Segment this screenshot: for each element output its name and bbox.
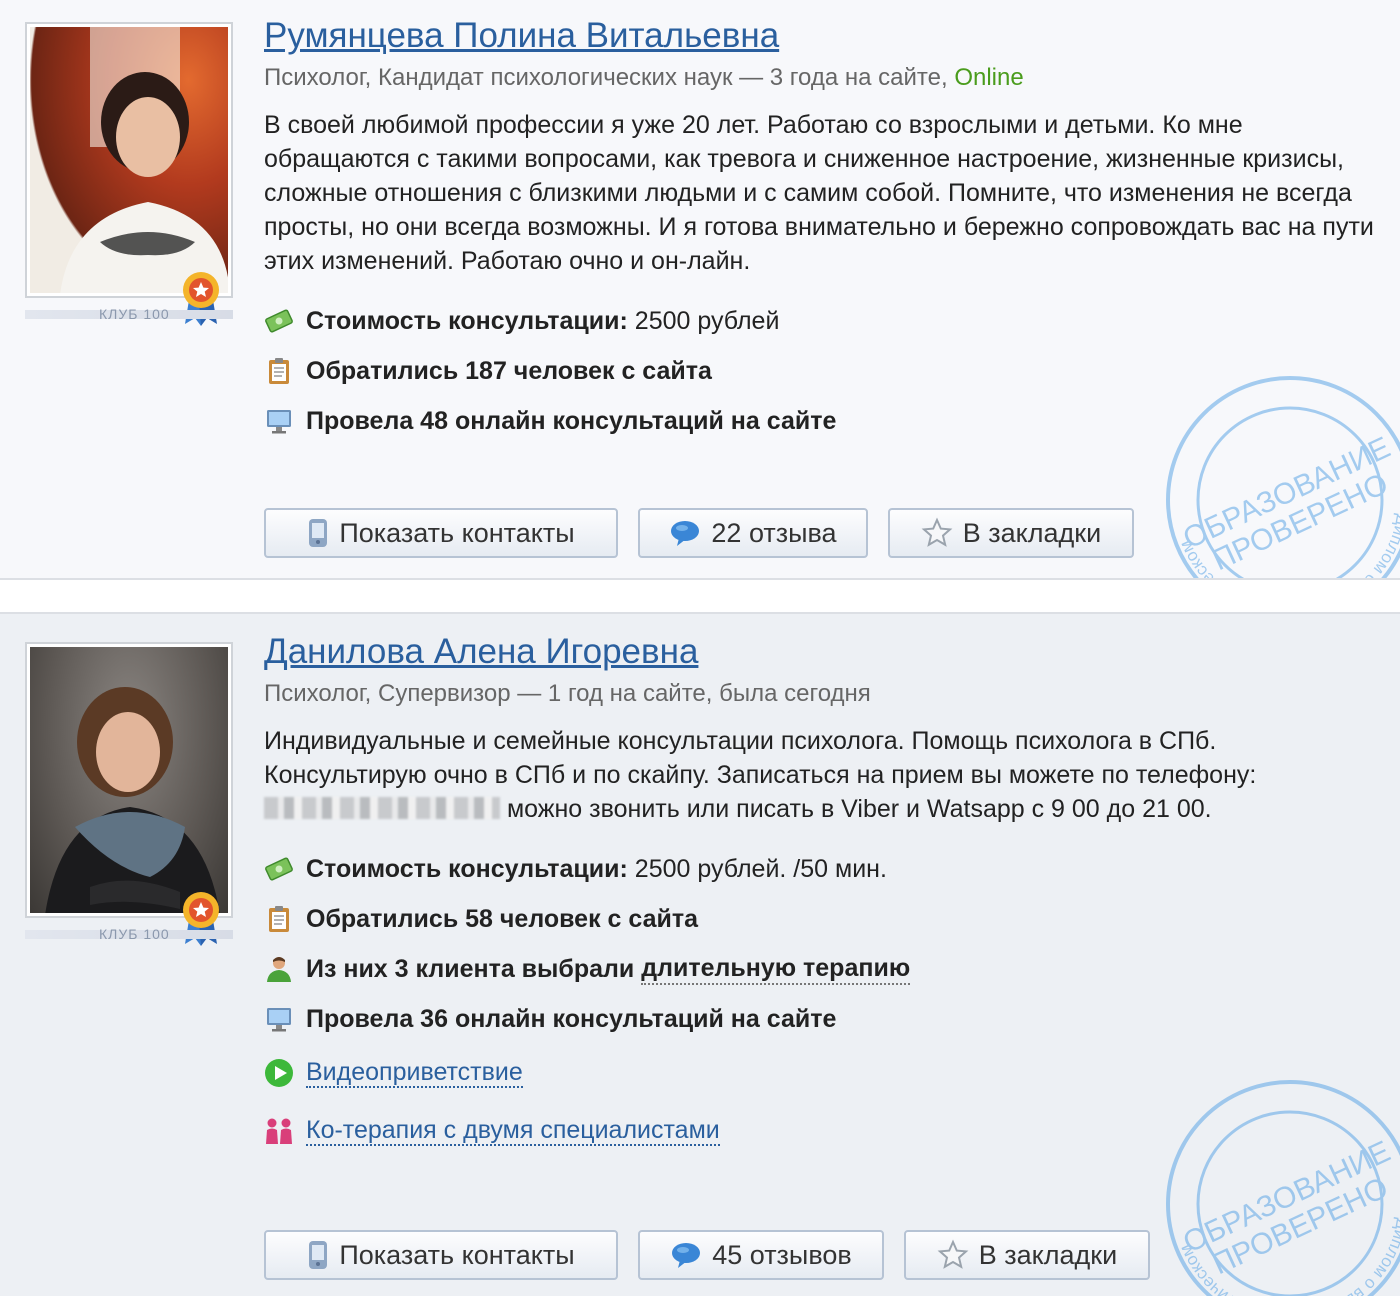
star-icon	[921, 517, 953, 547]
person-silhouette-icon	[45, 687, 220, 913]
psychologist-card: КЛУБ 100 Румянцева Полина Витальевна Пси…	[0, 0, 1400, 580]
photo-block: КЛУБ 100	[25, 22, 233, 326]
phone-icon	[309, 519, 328, 547]
education-verified-stamp-icon: Диплом о высшем психологическом ОБРАЗОВА…	[1166, 376, 1400, 578]
monitor-icon	[267, 410, 291, 434]
price-row: Стоимость консультации: 2500 рублей	[264, 296, 1380, 346]
speech-bubble-icon	[672, 1243, 701, 1268]
bookmark-button[interactable]: В закладки	[904, 1230, 1150, 1280]
show-contacts-button[interactable]: Показать контакты	[264, 1230, 618, 1280]
monitor-icon	[267, 1008, 291, 1032]
subtitle: Психолог, Супервизор — 1 год на сайте, б…	[264, 680, 871, 707]
clipboard-icon	[269, 906, 289, 932]
card-actions: Показать контакты 45 отзывов В закладки	[264, 1230, 1170, 1280]
longterm-therapy-row: Из них 3 клиента выбрали длительную тера…	[264, 944, 1380, 994]
cotherapy-link[interactable]: Ко-терапия с двумя специалистами	[306, 1116, 720, 1146]
couple-icon	[266, 1118, 292, 1144]
contacted-row: Обратились 58 человек с сайта	[264, 894, 1380, 944]
profile-photo[interactable]	[25, 22, 233, 326]
description: В своей любимой профессии я уже 20 лет. …	[264, 111, 1374, 275]
star-icon	[937, 1239, 969, 1269]
description: Индивидуальные и семейные консультации п…	[264, 727, 1257, 823]
consultations-row: Провела 36 онлайн консультаций на сайте	[264, 994, 1380, 1044]
play-icon	[265, 1059, 293, 1087]
speech-bubble-icon	[671, 521, 700, 546]
clipboard-icon	[269, 358, 289, 384]
phone-icon	[309, 1241, 328, 1269]
person-silhouette-icon	[60, 27, 228, 293]
money-icon	[265, 857, 293, 881]
show-contacts-button[interactable]: Показать контакты	[264, 508, 618, 558]
money-icon	[265, 309, 293, 333]
reviews-button[interactable]: 22 отзыва	[638, 508, 868, 558]
price-row: Стоимость консультации: 2500 рублей. /50…	[264, 844, 1380, 894]
psychologist-name-link[interactable]: Данилова Алена Игоревна	[264, 630, 698, 674]
online-status: Online	[954, 64, 1024, 91]
subtitle: Психолог, Кандидат психологических наук …	[264, 64, 1024, 91]
video-greeting-link[interactable]: Видеоприветствие	[306, 1058, 523, 1088]
reviews-button[interactable]: 45 отзывов	[638, 1230, 884, 1280]
longterm-therapy-link[interactable]: длительную терапию	[641, 954, 911, 985]
user-icon	[267, 957, 291, 982]
profile-photo[interactable]	[25, 642, 233, 946]
club-100-label: КЛУБ 100	[25, 304, 233, 322]
bookmark-button[interactable]: В закладки	[888, 508, 1134, 558]
card-actions: Показать контакты 22 отзыва В закладки	[264, 508, 1154, 558]
psychologist-card: КЛУБ 100 Данилова Алена Игоревна Психоло…	[0, 612, 1400, 1296]
club-100-label: КЛУБ 100	[25, 924, 233, 942]
hidden-phone-number	[264, 797, 500, 819]
psychologist-name-link[interactable]: Румянцева Полина Витальевна	[264, 14, 779, 58]
photo-block: КЛУБ 100	[25, 642, 233, 946]
education-verified-stamp-icon: Диплом о высшем психологическом ОБРАЗОВА…	[1166, 1080, 1400, 1296]
